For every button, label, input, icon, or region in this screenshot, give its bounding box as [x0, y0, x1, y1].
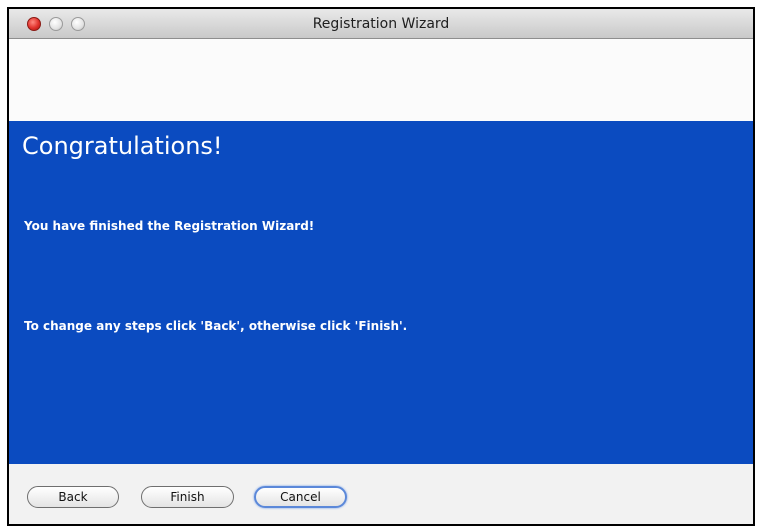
button-bar: Back Finish Cancel: [9, 464, 753, 524]
finished-message: You have finished the Registration Wizar…: [24, 219, 315, 233]
window-title: Registration Wizard: [312, 16, 450, 32]
back-button[interactable]: Back: [27, 486, 119, 508]
panel-heading: Congratulations!: [22, 132, 223, 160]
registration-wizard-window: Registration Wizard Congratulations! You…: [7, 7, 755, 526]
wizard-content-panel: Congratulations! You have finished the R…: [9, 121, 753, 464]
finish-button[interactable]: Finish: [141, 486, 234, 508]
instruction-message: To change any steps click 'Back', otherw…: [24, 319, 408, 333]
cancel-button[interactable]: Cancel: [254, 486, 347, 508]
wizard-header-area: [9, 39, 753, 121]
title-bar[interactable]: Registration Wizard: [9, 9, 753, 39]
